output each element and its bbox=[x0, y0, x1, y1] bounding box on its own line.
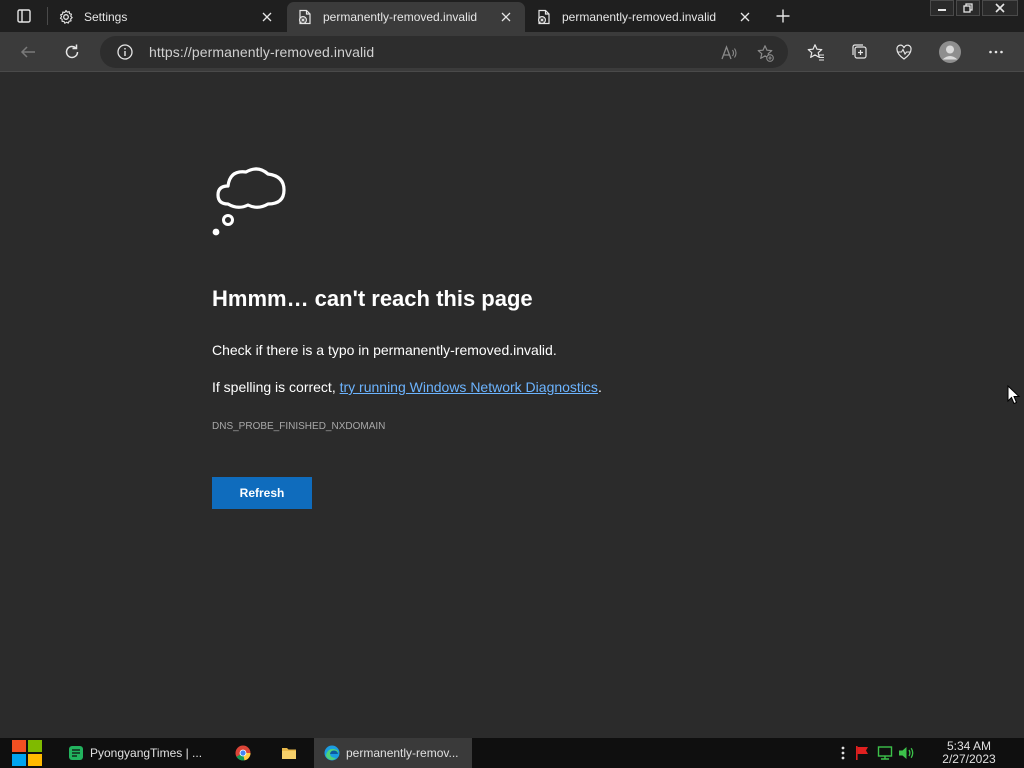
favorites-icon bbox=[807, 44, 824, 61]
more-menu-button[interactable] bbox=[982, 38, 1010, 66]
tab-actions-button[interactable] bbox=[8, 4, 40, 28]
network-diagnostics-link[interactable]: try running Windows Network Diagnostics bbox=[340, 379, 598, 395]
diagnostics-suffix: . bbox=[597, 379, 602, 395]
close-tab-icon[interactable] bbox=[734, 6, 756, 28]
tab-label: Settings bbox=[84, 10, 128, 24]
profile-button[interactable] bbox=[936, 38, 964, 66]
back-arrow-icon bbox=[20, 46, 35, 58]
plus-icon bbox=[776, 9, 790, 23]
taskbar: PyongyangTimes | ... permanently-remov..… bbox=[0, 738, 1024, 768]
action-center-flag-icon[interactable] bbox=[850, 745, 874, 761]
refresh-icon bbox=[65, 44, 79, 59]
close-tab-icon[interactable] bbox=[256, 6, 278, 28]
more-horizontal-icon bbox=[989, 50, 1003, 54]
broken-page-icon bbox=[536, 9, 552, 25]
tab-strip: Settings permanently-removed.invalid per… bbox=[0, 0, 1024, 32]
favorites-button[interactable] bbox=[802, 38, 830, 66]
avatar-icon bbox=[939, 41, 961, 63]
network-icon[interactable] bbox=[874, 745, 896, 761]
tab-permanently-removed[interactable]: permanently-removed.invalid bbox=[526, 2, 764, 32]
read-aloud-icon[interactable] bbox=[718, 42, 740, 64]
taskbar-item-label: permanently-remov... bbox=[346, 746, 459, 760]
tab-label: permanently-removed.invalid bbox=[323, 10, 478, 24]
window-controls bbox=[928, 0, 1018, 18]
tab-permanently-removed-active[interactable]: permanently-removed.invalid bbox=[287, 2, 525, 32]
error-code: DNS_PROBE_FINISHED_NXDOMAIN bbox=[212, 421, 386, 432]
browser-toolbar: https://permanently-removed.invalid bbox=[0, 32, 1024, 72]
taskbar-item-file-explorer[interactable] bbox=[272, 738, 306, 768]
typo-hint: Check if there is a typo in permanently-… bbox=[212, 342, 557, 358]
taskbar-item-edge[interactable]: permanently-remov... bbox=[314, 738, 472, 768]
collections-icon bbox=[852, 44, 867, 59]
diagnostics-prefix: If spelling is correct, bbox=[212, 379, 340, 395]
clock-date: 2/27/2023 bbox=[942, 752, 996, 766]
error-page: Hmmm… can't reach this page Check if the… bbox=[0, 72, 1024, 738]
new-tab-button[interactable] bbox=[770, 4, 796, 28]
site-info-icon[interactable] bbox=[116, 43, 134, 61]
error-title: Hmmm… can't reach this page bbox=[212, 286, 533, 311]
chrome-icon bbox=[235, 745, 251, 761]
close-icon bbox=[995, 3, 1005, 13]
close-window-button[interactable] bbox=[982, 0, 1018, 16]
gear-icon bbox=[58, 9, 74, 25]
refresh-button[interactable] bbox=[58, 38, 86, 66]
address-bar[interactable]: https://permanently-removed.invalid bbox=[100, 36, 788, 68]
tab-settings[interactable]: Settings bbox=[48, 2, 286, 32]
tab-label: permanently-removed.invalid bbox=[562, 10, 717, 24]
restore-button[interactable] bbox=[956, 0, 980, 16]
taskbar-clock[interactable]: 5:34 AM 2/27/2023 bbox=[936, 740, 1002, 766]
tab-actions-icon bbox=[17, 9, 31, 23]
start-button[interactable] bbox=[10, 738, 44, 768]
restore-icon bbox=[963, 3, 973, 13]
volume-icon[interactable] bbox=[896, 745, 918, 761]
windows-logo-icon bbox=[12, 740, 42, 766]
heartbeat-icon bbox=[896, 44, 912, 60]
refresh-page-button[interactable]: Refresh bbox=[212, 477, 312, 509]
green-app-icon bbox=[68, 745, 84, 761]
broken-page-icon bbox=[297, 9, 313, 25]
taskbar-item-pyongyangtimes[interactable]: PyongyangTimes | ... bbox=[58, 738, 214, 768]
mouse-cursor-icon bbox=[1007, 385, 1021, 405]
url-text[interactable]: https://permanently-removed.invalid bbox=[149, 44, 374, 60]
back-button[interactable] bbox=[14, 38, 42, 66]
tray-overflow-icon[interactable] bbox=[836, 745, 850, 761]
system-tray bbox=[836, 738, 918, 768]
close-tab-icon[interactable] bbox=[495, 6, 517, 28]
diagnostics-hint: If spelling is correct, try running Wind… bbox=[212, 379, 602, 395]
add-favorite-icon[interactable] bbox=[754, 42, 776, 64]
edge-icon bbox=[324, 745, 340, 761]
minimize-icon bbox=[938, 9, 946, 11]
taskbar-item-label: PyongyangTimes | ... bbox=[90, 746, 203, 760]
collections-button[interactable] bbox=[846, 38, 874, 66]
folder-icon bbox=[281, 745, 297, 761]
minimize-button[interactable] bbox=[930, 0, 954, 16]
thought-cloud-icon bbox=[212, 167, 286, 236]
browser-essentials-button[interactable] bbox=[890, 38, 918, 66]
taskbar-item-chrome[interactable] bbox=[226, 738, 260, 768]
